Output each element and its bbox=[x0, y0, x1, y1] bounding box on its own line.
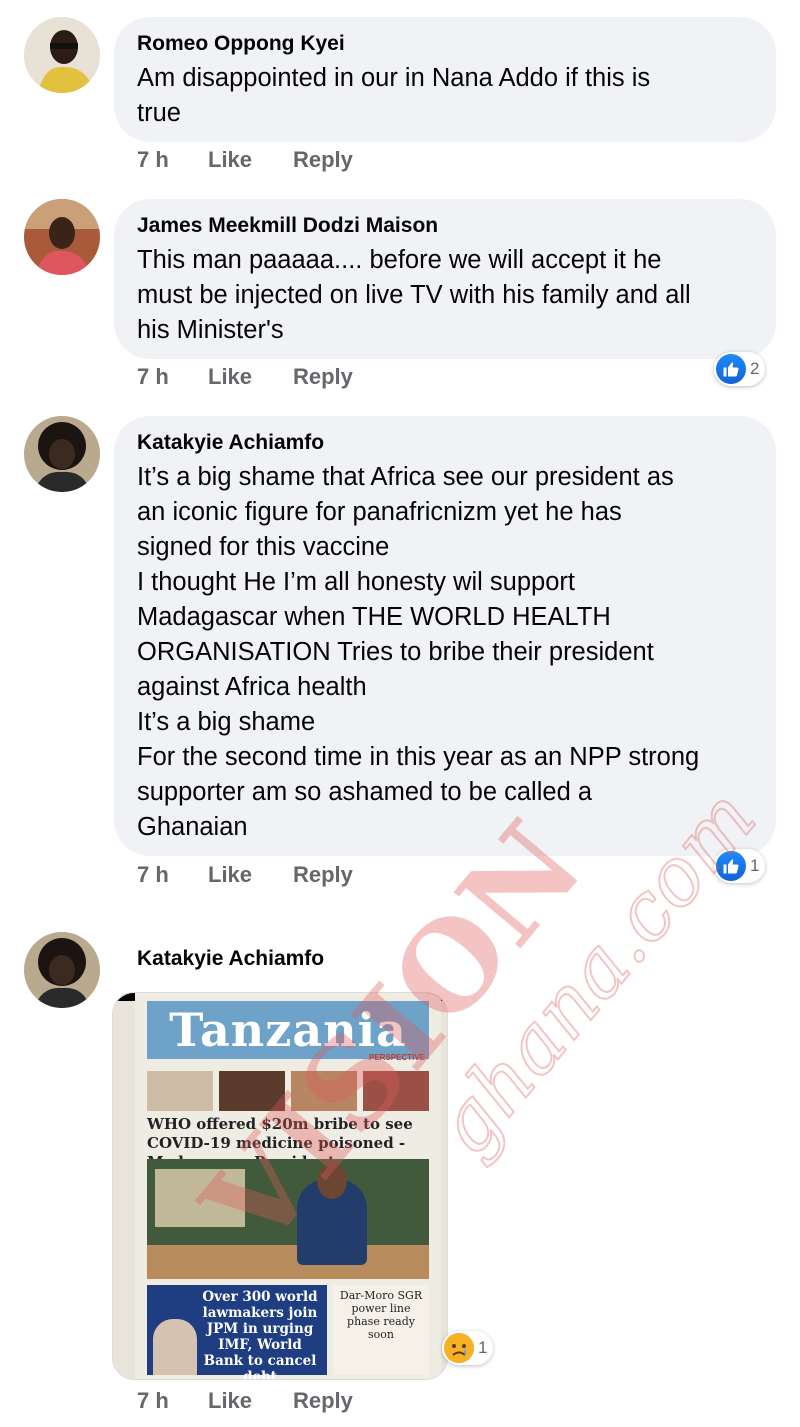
reaction-summary[interactable]: 1 bbox=[442, 1331, 494, 1365]
sad-icon bbox=[444, 1333, 474, 1363]
story-left-text: Over 300 world lawmakers join JPM in urg… bbox=[202, 1289, 318, 1380]
comment-text: Am disappointed in our in Nana Addo if t… bbox=[137, 64, 651, 127]
avatar[interactable] bbox=[24, 932, 100, 1008]
newspaper-story-right: Dar-Moro SGR power line phase ready soon bbox=[333, 1285, 429, 1375]
comment-time[interactable]: 7 h bbox=[137, 1388, 169, 1414]
like-icon bbox=[716, 354, 746, 384]
reaction-summary[interactable]: 2 bbox=[714, 352, 766, 386]
comment-author[interactable]: Romeo Oppong Kyei bbox=[137, 31, 752, 57]
comment-text: It’s a big shame that Africa see our pre… bbox=[137, 463, 700, 841]
comment-bubble: Katakyie Achiamfo It’s a big shame that … bbox=[114, 416, 776, 856]
like-button[interactable]: Like bbox=[208, 862, 252, 888]
comment-author[interactable]: Katakyie Achiamfo bbox=[137, 946, 324, 972]
newspaper-subtitle: PERSPECTIVE bbox=[368, 1053, 425, 1062]
reply-button[interactable]: Reply bbox=[293, 364, 353, 390]
comment-time[interactable]: 7 h bbox=[137, 364, 169, 390]
reply-button[interactable]: Reply bbox=[293, 862, 353, 888]
reaction-count: 1 bbox=[750, 856, 760, 875]
comment-author[interactable]: James Meekmill Dodzi Maison bbox=[137, 213, 752, 239]
comment-bubble: James Meekmill Dodzi Maison This man paa… bbox=[114, 199, 776, 359]
comment-text: This man paaaaa.... before we will accep… bbox=[137, 246, 691, 344]
comment-time[interactable]: 7 h bbox=[137, 147, 169, 173]
reply-button[interactable]: Reply bbox=[293, 147, 353, 173]
newspaper-thumbnails bbox=[147, 1071, 429, 1111]
reaction-summary[interactable]: 1 bbox=[714, 849, 766, 883]
comment-author[interactable]: Katakyie Achiamfo bbox=[137, 430, 752, 456]
reaction-count: 1 bbox=[478, 1338, 488, 1357]
newspaper-page: Tanzania PERSPECTIVE WHO offered $20m br… bbox=[135, 993, 441, 1379]
image-attachment[interactable]: Tanzania PERSPECTIVE WHO offered $20m br… bbox=[112, 992, 448, 1380]
like-button[interactable]: Like bbox=[208, 364, 252, 390]
newspaper-masthead: Tanzania bbox=[147, 1001, 429, 1059]
newspaper-story-left: Over 300 world lawmakers join JPM in urg… bbox=[147, 1285, 327, 1379]
avatar[interactable] bbox=[24, 199, 100, 275]
comment-time[interactable]: 7 h bbox=[137, 862, 169, 888]
newspaper-photo bbox=[147, 1159, 429, 1279]
reaction-count: 2 bbox=[750, 359, 760, 378]
avatar[interactable] bbox=[24, 416, 100, 492]
comment-bubble: Romeo Oppong Kyei Am disappointed in our… bbox=[114, 17, 776, 142]
like-button[interactable]: Like bbox=[208, 147, 252, 173]
reply-button[interactable]: Reply bbox=[293, 1388, 353, 1414]
like-icon bbox=[716, 851, 746, 881]
like-button[interactable]: Like bbox=[208, 1388, 252, 1414]
avatar[interactable] bbox=[24, 17, 100, 93]
